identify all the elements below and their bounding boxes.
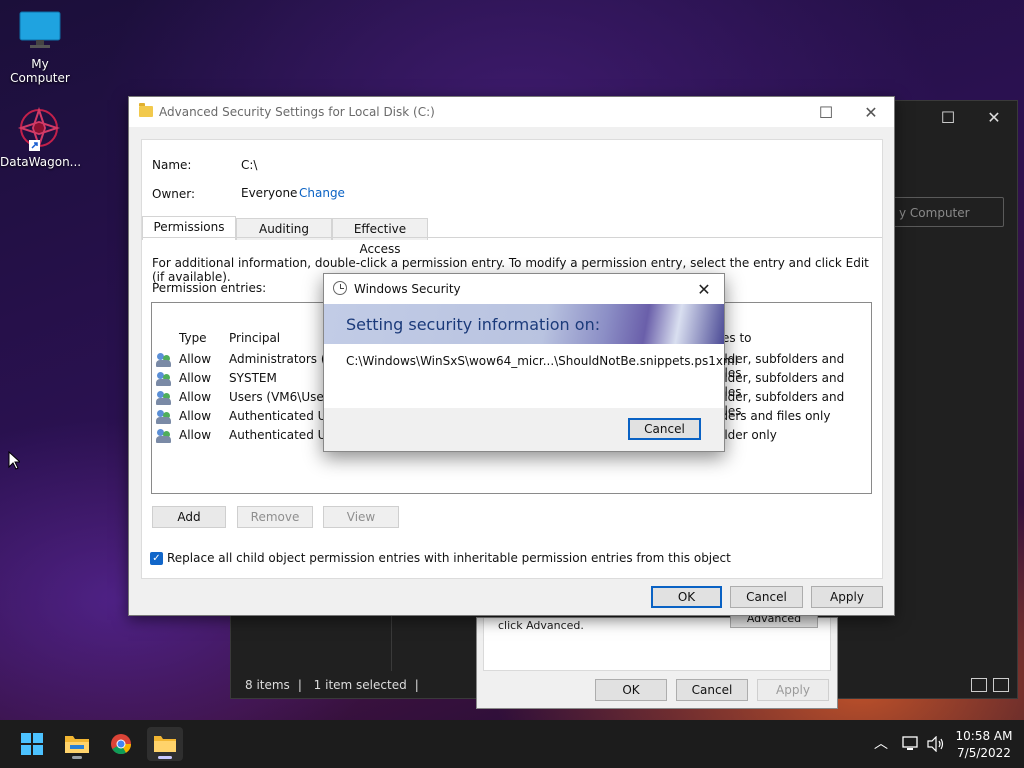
maximize-icon[interactable]: ☐ xyxy=(803,97,849,127)
column-principal[interactable]: Principal xyxy=(229,331,280,345)
mouse-cursor-icon xyxy=(8,451,20,470)
desktop-icon-my-computer[interactable]: My Computer xyxy=(0,10,80,85)
banner-heading: Setting security information on: xyxy=(346,315,601,334)
background-properties-dialog: click Advanced. Advanced OK Cancel Apply xyxy=(476,612,838,709)
row-type: Allow xyxy=(179,428,212,442)
ok-button[interactable]: OK xyxy=(651,586,722,608)
owner-value: Everyone xyxy=(241,186,298,200)
running-indicator xyxy=(72,756,82,759)
users-icon xyxy=(156,410,172,424)
view-button: View xyxy=(323,506,399,528)
row-type: Allow xyxy=(179,371,212,385)
clock-icon xyxy=(333,281,347,295)
users-icon xyxy=(156,372,172,386)
selection-count: 1 item selected xyxy=(313,678,407,692)
taskbar: ︿ 10:58 AM 7/5/2022 xyxy=(0,720,1024,768)
change-owner-link[interactable]: Change xyxy=(299,186,345,200)
owner-label: Owner: xyxy=(152,187,196,201)
name-value: C:\ xyxy=(241,158,258,172)
replace-child-permissions-checkbox[interactable]: ✓ xyxy=(150,552,163,565)
desktop-icon-label: My Computer xyxy=(10,57,70,85)
dialog-body: C:\Windows\WinSxS\wow64_micr...\ShouldNo… xyxy=(324,344,738,408)
desktop-icon-datawagon[interactable]: DataWagon... xyxy=(0,106,82,169)
status-bar: 8 items | 1 item selected | xyxy=(245,678,419,692)
row-type: Allow xyxy=(179,390,212,404)
column-applies-to[interactable]: es to xyxy=(722,331,752,345)
users-icon xyxy=(156,353,172,367)
maximize-icon[interactable]: ☐ xyxy=(925,101,971,133)
apply-button: Apply xyxy=(757,679,829,701)
chrome-icon[interactable] xyxy=(103,727,139,761)
row-type: Allow xyxy=(179,409,212,423)
item-count: 8 items xyxy=(245,678,290,692)
dialog-title: Windows Security xyxy=(354,282,461,296)
start-icon[interactable] xyxy=(14,727,50,761)
details-view-icon[interactable] xyxy=(971,678,987,692)
replace-child-permissions-label: Replace all child object permission entr… xyxy=(167,551,731,565)
users-icon xyxy=(156,429,172,443)
cancel-button[interactable]: Cancel xyxy=(676,679,748,701)
column-type[interactable]: Type xyxy=(179,331,207,345)
add-button[interactable]: Add xyxy=(152,506,226,528)
clock-time[interactable]: 10:58 AM xyxy=(952,729,1016,743)
cancel-button[interactable]: Cancel xyxy=(628,418,701,440)
cancel-button[interactable]: Cancel xyxy=(730,586,803,608)
monitor-icon xyxy=(19,11,61,48)
name-label: Name: xyxy=(152,158,192,172)
close-icon[interactable]: ✕ xyxy=(971,101,1017,133)
remove-button: Remove xyxy=(237,506,313,528)
address-bar[interactable]: y Computer xyxy=(886,197,1004,227)
file-path: C:\Windows\WinSxS\wow64_micr...\ShouldNo… xyxy=(346,354,738,368)
row-principal: SYSTEM xyxy=(229,371,277,385)
users-icon xyxy=(156,391,172,405)
large-icons-view-icon[interactable] xyxy=(993,678,1009,692)
permission-entries-label: Permission entries: xyxy=(152,281,267,295)
properties-panel: click Advanced. Advanced xyxy=(483,612,831,671)
row-type: Allow xyxy=(179,352,212,366)
datawagon-logo-icon xyxy=(17,106,61,151)
title-bar: Advanced Security Settings for Local Dis… xyxy=(129,97,894,127)
folder-icon xyxy=(139,103,153,117)
advanced-hint-text: click Advanced. xyxy=(498,619,584,632)
folder-icon[interactable] xyxy=(147,727,183,761)
volume-icon[interactable] xyxy=(927,736,945,752)
chevron-up-icon[interactable]: ︿ xyxy=(874,733,888,753)
network-icon[interactable] xyxy=(902,736,920,752)
row-applies: older only xyxy=(717,428,777,442)
windows-security-dialog: Windows Security ✕ Setting security info… xyxy=(323,273,738,452)
close-icon[interactable]: ✕ xyxy=(848,97,894,127)
active-indicator xyxy=(158,756,172,759)
ok-button[interactable]: OK xyxy=(595,679,667,701)
desktop-icon-label: DataWagon... xyxy=(0,155,82,169)
clock-date[interactable]: 7/5/2022 xyxy=(952,746,1016,760)
apply-button[interactable]: Apply xyxy=(811,586,883,608)
dialog-title: Advanced Security Settings for Local Dis… xyxy=(159,105,435,119)
title-bar: Windows Security ✕ xyxy=(324,274,724,304)
file-explorer-icon[interactable] xyxy=(59,727,95,761)
row-applies: lders and files only xyxy=(717,409,831,423)
dialog-banner: Setting security information on: xyxy=(324,304,724,344)
close-icon[interactable]: ✕ xyxy=(686,274,722,304)
tab-divider xyxy=(142,237,882,238)
